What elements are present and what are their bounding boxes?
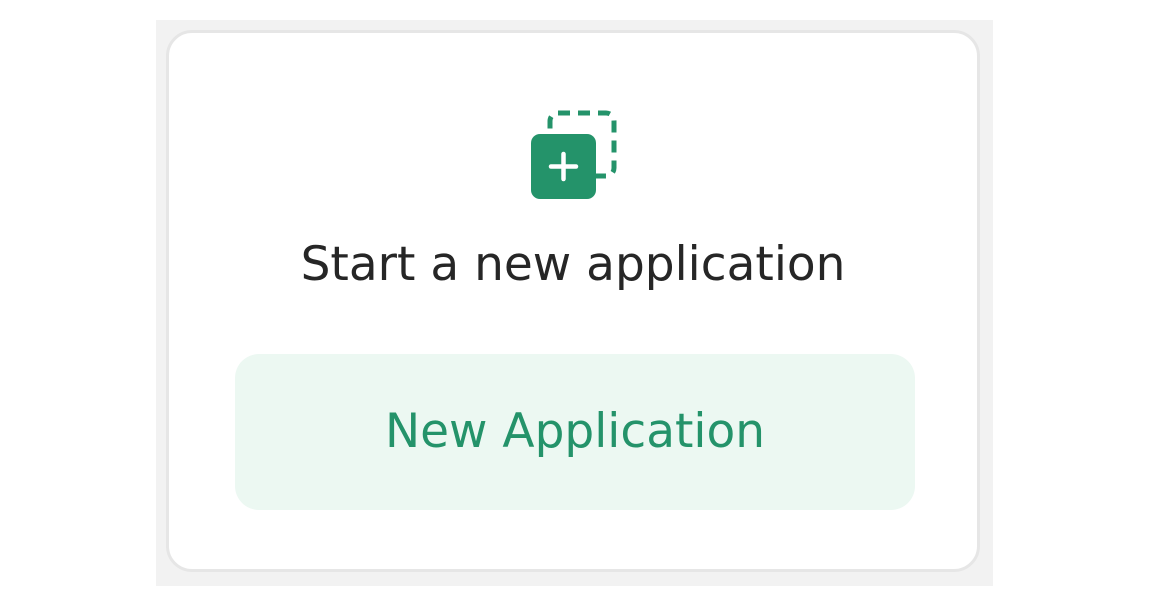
new-application-card: Start a new application New Application: [166, 30, 980, 572]
new-application-button-label: New Application: [384, 404, 766, 459]
card-title: Start a new application: [300, 237, 846, 292]
new-application-icon: [529, 110, 619, 200]
new-application-button[interactable]: New Application: [235, 354, 915, 510]
